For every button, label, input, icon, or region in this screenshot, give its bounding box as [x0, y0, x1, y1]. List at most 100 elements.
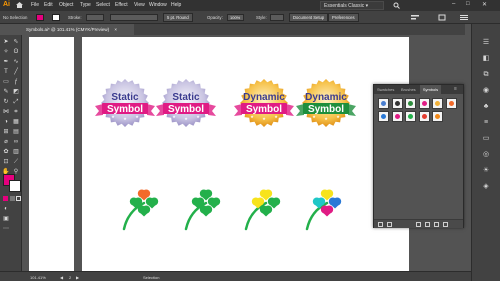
perspective-grid-tool-icon[interactable]: ▦ — [12, 118, 20, 126]
preferences-button[interactable]: Preferences — [328, 13, 359, 22]
prev-artboard-icon[interactable]: ◀ — [60, 275, 63, 280]
magic-wand-icon[interactable]: ✧ — [2, 48, 10, 56]
symbol-thumb-clover-mix[interactable] — [445, 98, 457, 109]
menu-edit[interactable]: Edit — [44, 2, 53, 8]
brushes-icon[interactable]: ♣ — [481, 102, 491, 112]
blend-tool-icon[interactable]: ∞ — [12, 138, 20, 146]
artboard-tool-icon[interactable]: ⊡ — [2, 158, 10, 166]
break-link-icon[interactable] — [416, 222, 421, 227]
workspace-switcher[interactable]: Essentials Classic ▾ — [320, 1, 384, 10]
symbol-sprayer-tool-icon[interactable]: ✿ — [2, 148, 10, 156]
symbol-badge[interactable]: StaticSymbol★ ★ ★ — [156, 79, 216, 127]
home-icon[interactable] — [16, 2, 23, 8]
stroke-icon[interactable]: ≡ — [481, 118, 491, 128]
symbol-thumb-clover-red[interactable] — [418, 111, 430, 122]
pencil-tool-icon[interactable]: ✎ — [2, 88, 10, 96]
eraser-tool-icon[interactable]: ◩ — [12, 88, 20, 96]
place-instance-icon[interactable] — [387, 222, 392, 227]
mesh-tool-icon[interactable]: ⊞ — [2, 128, 10, 136]
clover-symbol[interactable] — [184, 189, 221, 231]
scale-tool-icon[interactable]: ⤢ — [12, 98, 20, 106]
slice-tool-icon[interactable]: ⟋ — [12, 158, 20, 166]
paintbrush-tool-icon[interactable]: ƒ — [12, 78, 20, 86]
search-icon[interactable] — [393, 2, 400, 9]
close-icon[interactable]: ✕ — [482, 1, 487, 8]
libraries-icon[interactable]: ⧉ — [481, 70, 491, 80]
menu-file[interactable]: File — [31, 2, 39, 8]
edit-toolbar-icon[interactable]: ⋯ — [2, 225, 10, 233]
width-tool-icon[interactable]: ⋈ — [2, 108, 10, 116]
tab-brushes[interactable]: Brushes — [401, 87, 416, 92]
symbol-options-icon[interactable] — [425, 222, 430, 227]
fill-swatch[interactable] — [36, 14, 44, 21]
menu-view[interactable]: View — [134, 2, 145, 8]
graphic-styles-icon[interactable]: ◈ — [481, 182, 491, 192]
symbol-thumb-tree[interactable] — [405, 98, 416, 109]
curvature-tool-icon[interactable]: ∿ — [12, 58, 20, 66]
new-symbol-icon[interactable] — [434, 222, 439, 227]
panel-menu-button[interactable]: ≡ — [454, 86, 457, 92]
zoom-level[interactable]: 101.41% — [30, 275, 46, 280]
shape-builder-tool-icon[interactable]: ◑ — [2, 118, 10, 126]
symbol-badge[interactable]: StaticSymbol★ ★ ★ — [95, 79, 155, 127]
properties-icon[interactable]: ☰ — [481, 38, 491, 48]
clover-symbol[interactable] — [244, 189, 281, 231]
opacity-field[interactable]: 100% — [227, 14, 244, 21]
stroke-weight-field[interactable] — [86, 14, 104, 21]
transparency-icon[interactable]: ◎ — [481, 150, 491, 160]
menu-help[interactable]: Help — [171, 2, 181, 8]
menu-select[interactable]: Select — [96, 2, 110, 8]
symbol-thumb-character[interactable] — [391, 98, 403, 109]
stroke-swatch[interactable] — [52, 14, 60, 21]
document-tab[interactable]: Symbols.ai* @ 101.41% (CMYK/Preview) × — [22, 24, 134, 35]
symbol-badge[interactable]: DynamicSymbol★ ★ ★ — [234, 79, 294, 127]
transform-icon[interactable] — [438, 14, 446, 21]
tab-swatches[interactable]: Swatches — [377, 87, 394, 92]
tab-symbols[interactable]: Symbols — [420, 85, 441, 94]
stroke-color-box[interactable] — [9, 180, 21, 192]
menu-type[interactable]: Type — [80, 2, 91, 8]
menu-window[interactable]: Window — [149, 2, 167, 8]
symbol-libraries-icon[interactable] — [378, 222, 383, 227]
maximize-icon[interactable]: □ — [466, 1, 470, 7]
delete-symbol-icon[interactable] — [443, 222, 448, 227]
symbol-thumb-clover-green[interactable] — [405, 111, 416, 122]
appearance-icon[interactable]: ☀ — [481, 166, 491, 176]
draw-mode-icon[interactable]: ◐ — [2, 205, 10, 213]
gradient-icon[interactable]: ▭ — [481, 134, 491, 144]
rectangle-tool-icon[interactable]: ▭ — [2, 78, 10, 86]
lasso-tool-icon[interactable]: ʘ — [12, 48, 20, 56]
menu-object[interactable]: Object — [59, 2, 73, 8]
graph-tool-icon[interactable]: ▥ — [12, 148, 20, 156]
symbol-badge[interactable]: DynamicSymbol★ ★ ★ — [296, 79, 356, 127]
menu-effect[interactable]: Effect — [115, 2, 128, 8]
symbol-thumb-flower-blue[interactable] — [378, 111, 389, 122]
document-setup-button[interactable]: Document Setup — [289, 13, 329, 22]
symbol-thumb-flower-pink[interactable] — [391, 111, 403, 122]
layers-icon[interactable]: ◧ — [481, 54, 491, 64]
style-dropdown[interactable] — [270, 14, 284, 21]
selection-tool-icon[interactable]: ➤ — [2, 38, 10, 46]
eyedropper-tool-icon[interactable]: ⌀ — [2, 138, 10, 146]
direct-selection-tool-icon[interactable]: ⇖ — [12, 38, 20, 46]
artboard-secondary[interactable] — [29, 37, 74, 271]
symbol-thumb-badge-dynamic[interactable] — [432, 98, 443, 109]
clover-symbol[interactable] — [122, 189, 159, 231]
color-icon[interactable]: ◉ — [481, 86, 491, 96]
symbol-thumb-banner-blue[interactable] — [378, 98, 389, 109]
variable-width-field[interactable] — [110, 14, 158, 21]
type-tool-icon[interactable]: T — [2, 68, 10, 76]
close-tab-icon[interactable]: × — [114, 27, 117, 32]
brush-dropdown[interactable]: 5 pt. Round — [163, 13, 193, 22]
line-tool-icon[interactable]: ╱ — [12, 68, 20, 76]
clover-symbol[interactable] — [305, 189, 342, 231]
symbol-thumb-badge-orange[interactable] — [432, 111, 443, 122]
artboard-number[interactable]: 2 — [69, 275, 71, 280]
minimize-icon[interactable]: – — [452, 1, 455, 7]
color-mode-icon[interactable] — [3, 196, 8, 201]
rotate-tool-icon[interactable]: ↻ — [2, 98, 10, 106]
symbol-thumb-badge-static[interactable] — [418, 98, 430, 109]
align-icon[interactable] — [411, 14, 419, 21]
screen-mode-icon[interactable]: ▣ — [2, 215, 10, 223]
next-artboard-icon[interactable]: ▶ — [76, 275, 79, 280]
